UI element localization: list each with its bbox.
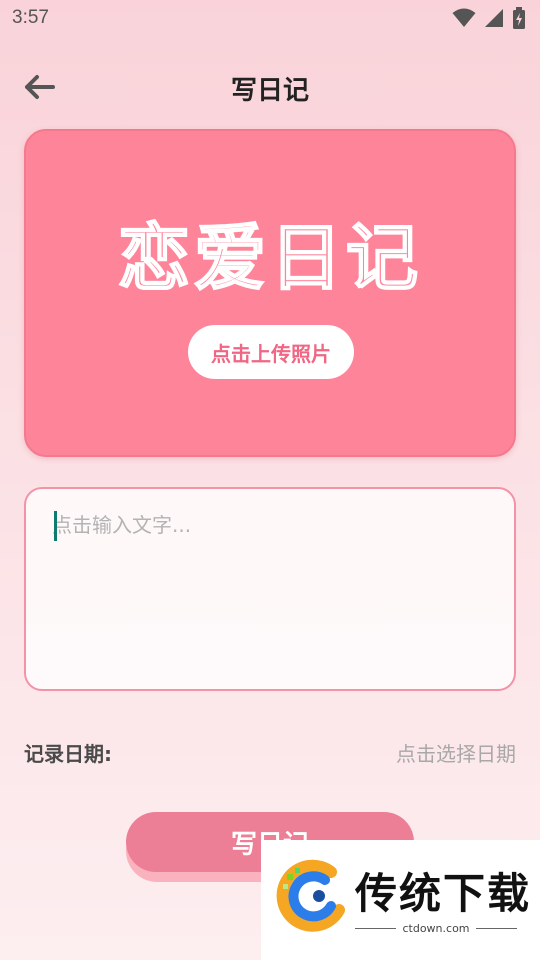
date-picker[interactable]: 点击选择日期 (396, 738, 516, 767)
status-time: 3:57 (12, 7, 49, 28)
status-bar: 3:57 (0, 0, 540, 36)
watermark-domain: ctdown.com (402, 922, 470, 935)
watermark-brand: 传统下载 (355, 869, 532, 918)
watermark: 传统下载 ctdown.com (261, 840, 540, 960)
text-cursor (54, 511, 57, 541)
divider (475, 928, 517, 929)
app-bar: 写日记 (0, 60, 540, 114)
diary-text-input[interactable] (52, 509, 492, 669)
wifi-icon (452, 8, 476, 27)
status-icons (452, 7, 526, 29)
upload-photo-button[interactable]: 点击上传照片 (188, 325, 354, 379)
diary-text-box[interactable] (24, 487, 516, 691)
page-title: 写日记 (230, 76, 309, 106)
date-label: 记录日期: (24, 741, 112, 766)
date-row: 记录日期: 点击选择日期 (24, 732, 516, 772)
brand-logo-icon (276, 859, 345, 932)
photo-upload-card[interactable]: 恋爱日记 点击上传照片 (24, 129, 516, 457)
battery-icon (513, 7, 525, 29)
divider (355, 928, 397, 929)
signal-icon (485, 9, 503, 27)
card-title: 恋爱日记 (117, 215, 422, 301)
watermark-sub: ctdown.com (355, 922, 517, 935)
